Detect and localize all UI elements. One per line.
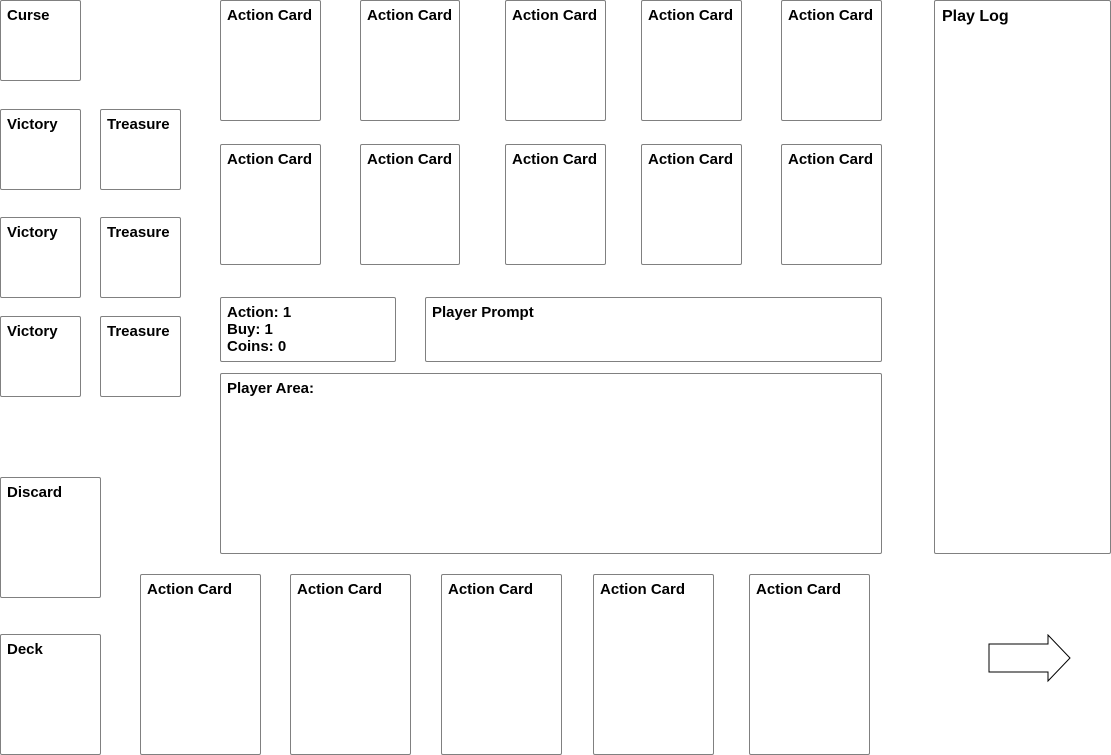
discard-pile[interactable]: Discard [0,477,101,598]
kingdom-card-label: Action Card [788,151,874,168]
kingdom-card-label: Action Card [648,151,734,168]
curse-pile[interactable]: Curse [0,0,81,81]
treasure-pile-label: Treasure [107,224,170,241]
kingdom-card-label: Action Card [367,7,453,24]
deck-pile[interactable]: Deck [0,634,101,755]
right-arrow-icon[interactable] [988,634,1072,684]
hand-card-label: Action Card [756,581,842,598]
kingdom-card[interactable]: Action Card [220,0,321,121]
treasure-pile-3[interactable]: Treasure [100,316,181,397]
kingdom-card[interactable]: Action Card [505,144,606,265]
kingdom-card[interactable]: Action Card [360,0,460,121]
kingdom-card-label: Action Card [512,151,598,168]
hand-card[interactable]: Action Card [749,574,870,755]
kingdom-card-label: Action Card [648,7,734,24]
kingdom-card-label: Action Card [367,151,453,168]
victory-pile-1[interactable]: Victory [0,109,81,190]
turn-status-panel: Action: 1 Buy: 1 Coins: 0 [220,297,396,362]
kingdom-card[interactable]: Action Card [641,0,742,121]
hand-card-label: Action Card [600,581,686,598]
hand-card-label: Action Card [297,581,383,598]
player-prompt-label: Player Prompt [432,304,534,321]
hand-card-label: Action Card [147,581,233,598]
hand-card[interactable]: Action Card [593,574,714,755]
victory-pile-2[interactable]: Victory [0,217,81,298]
victory-pile-label: Victory [7,116,58,133]
kingdom-card-label: Action Card [788,7,874,24]
victory-pile-3[interactable]: Victory [0,316,81,397]
kingdom-card[interactable]: Action Card [781,0,882,121]
deck-pile-label: Deck [7,641,43,658]
player-area-label: Player Area: [227,380,314,397]
actions-count: Action: 1 [227,304,292,321]
kingdom-card[interactable]: Action Card [360,144,460,265]
player-prompt: Player Prompt [425,297,882,362]
hand-card-label: Action Card [448,581,534,598]
treasure-pile-label: Treasure [107,116,170,133]
buys-count: Buy: 1 [227,321,273,338]
coins-count: Coins: 0 [227,338,287,355]
kingdom-card[interactable]: Action Card [220,144,321,265]
kingdom-card-label: Action Card [227,7,313,24]
play-log-title: Play Log [942,8,1009,25]
treasure-pile-label: Treasure [107,323,170,340]
kingdom-card-label: Action Card [227,151,313,168]
player-area[interactable]: Player Area: [220,373,882,554]
hand-card[interactable]: Action Card [290,574,411,755]
discard-pile-label: Discard [7,484,63,501]
kingdom-card[interactable]: Action Card [505,0,606,121]
victory-pile-label: Victory [7,224,58,241]
hand-card[interactable]: Action Card [140,574,261,755]
victory-pile-label: Victory [7,323,58,340]
kingdom-card[interactable]: Action Card [781,144,882,265]
kingdom-card[interactable]: Action Card [641,144,742,265]
hand-card[interactable]: Action Card [441,574,562,755]
treasure-pile-2[interactable]: Treasure [100,217,181,298]
play-log-panel[interactable]: Play Log [934,0,1111,554]
treasure-pile-1[interactable]: Treasure [100,109,181,190]
kingdom-card-label: Action Card [512,7,598,24]
curse-pile-label: Curse [7,7,50,24]
